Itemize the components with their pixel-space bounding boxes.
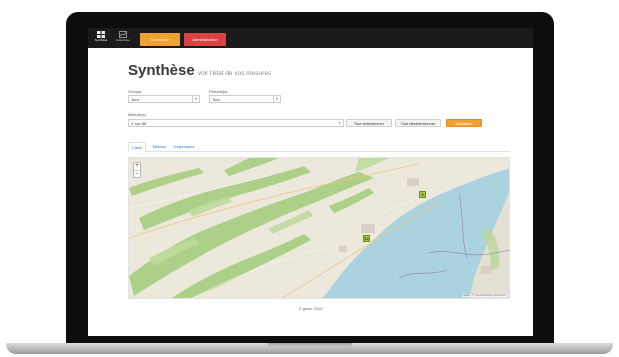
measures-select[interactable]: X sur 86 ▾: [128, 119, 344, 127]
measures-select-value: X sur 86: [131, 121, 146, 126]
measures-label: Mesure(s): [128, 112, 147, 117]
chevron-down-icon: ▾: [192, 96, 199, 102]
tab-tableau[interactable]: Tableau: [148, 142, 170, 152]
period-select-value: Tout: [212, 97, 220, 102]
map-tiles: [129, 158, 509, 298]
nav-item-historique[interactable]: Historique: [113, 30, 133, 46]
page-title-text: Synthèse: [128, 62, 195, 79]
select-none-button[interactable]: Tout désélectionner: [395, 119, 441, 127]
chart-icon: [119, 31, 127, 38]
group-select-value: Jura: [131, 97, 139, 102]
map-marker[interactable]: 12: [363, 235, 370, 242]
administration-button[interactable]: Administration: [184, 33, 226, 46]
page-title: Synthèse voir l'état de vos mesures: [128, 62, 271, 79]
footer-text: © geoin 2015: [298, 306, 323, 311]
chevron-down-icon: ▾: [338, 120, 341, 125]
group-select[interactable]: Jura ▾: [128, 95, 200, 103]
laptop-notch: [268, 343, 352, 348]
tab-carte[interactable]: Carte: [128, 142, 146, 152]
tab-graphiques[interactable]: Graphiques: [172, 142, 196, 152]
map-view[interactable]: + − 3 12 Leaflet | © OpenStreetMap contr…: [128, 157, 510, 299]
nav-item-synthese[interactable]: Synthèse: [91, 30, 111, 46]
period-label: Période(s): [209, 89, 228, 94]
grid-icon: [97, 31, 105, 38]
connexion-button[interactable]: Connexion: [140, 33, 180, 46]
app-screen: Synthèse Historique Connexion Administra…: [88, 28, 533, 336]
map-attribution: Leaflet | © OpenStreetMap contributors: [461, 294, 507, 297]
top-navbar: Synthèse Historique Connexion Administra…: [88, 28, 533, 48]
refresh-button[interactable]: Actualiser: [446, 119, 482, 127]
zoom-out-button[interactable]: −: [134, 170, 140, 177]
chevron-down-icon: ▾: [273, 96, 280, 102]
view-tabs: Carte Tableau Graphiques: [128, 141, 510, 152]
period-select[interactable]: Tout ▾: [209, 95, 281, 103]
zoom-in-button[interactable]: +: [134, 163, 140, 170]
select-all-button[interactable]: Tout sélectionner: [346, 119, 392, 127]
group-label: Groupe: [128, 89, 142, 94]
zoom-control: + −: [133, 162, 141, 178]
map-marker[interactable]: 3: [419, 191, 426, 198]
nav-item-label: Synthèse: [94, 38, 108, 42]
page-subtitle: voir l'état de vos mesures: [197, 70, 272, 77]
nav-item-label: Historique: [116, 38, 130, 42]
